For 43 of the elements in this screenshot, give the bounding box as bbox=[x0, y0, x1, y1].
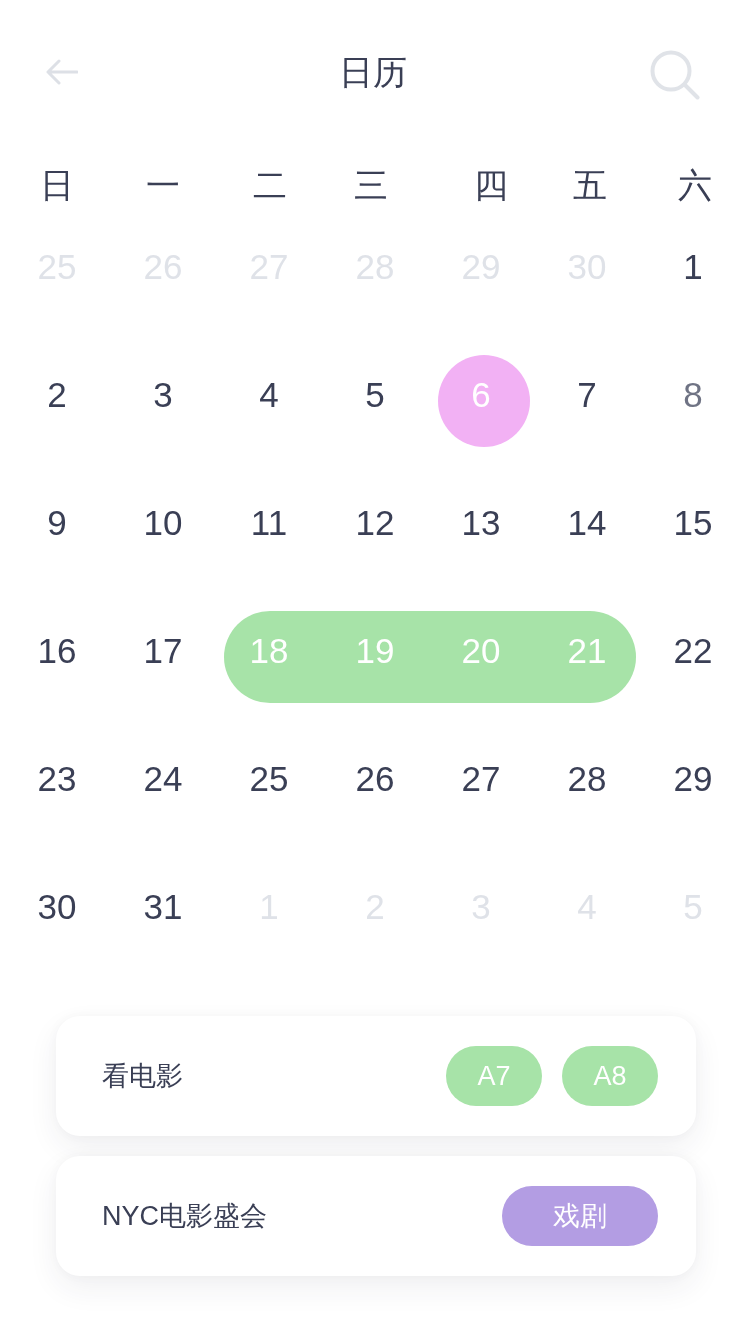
event-tag: 戏剧 bbox=[502, 1186, 658, 1246]
calendar-day[interactable]: 31 bbox=[143, 886, 183, 928]
event-card[interactable]: NYC电影盛会 戏剧 bbox=[56, 1156, 696, 1276]
calendar-day[interactable]: 10 bbox=[143, 502, 183, 544]
calendar-day[interactable]: 24 bbox=[143, 758, 183, 800]
calendar-day[interactable]: 23 bbox=[37, 758, 77, 800]
page-title: 日历 bbox=[339, 51, 407, 93]
calendar-day[interactable]: 9 bbox=[47, 502, 67, 544]
calendar-day[interactable]: 26 bbox=[355, 758, 395, 800]
calendar-day[interactable]: 2 bbox=[47, 374, 67, 416]
calendar-day[interactable]: 7 bbox=[577, 374, 597, 416]
event-card[interactable]: 看电影 A7 A8 bbox=[56, 1016, 696, 1136]
weekday-label: 五 bbox=[573, 167, 607, 203]
weekday-label: 一 bbox=[146, 167, 180, 203]
event-tag: A8 bbox=[562, 1046, 658, 1106]
event-tag: A7 bbox=[446, 1046, 542, 1106]
search-icon[interactable] bbox=[650, 50, 700, 100]
calendar-day[interactable]: 12 bbox=[355, 502, 395, 544]
calendar-day[interactable]: 30 bbox=[37, 886, 77, 928]
calendar-day[interactable]: 28 bbox=[567, 758, 607, 800]
calendar-day[interactable]: 22 bbox=[673, 630, 713, 672]
calendar-day[interactable]: 14 bbox=[567, 502, 607, 544]
calendar-day[interactable]: 1 bbox=[683, 246, 703, 288]
weekday-label: 六 bbox=[678, 167, 712, 203]
calendar-day[interactable]: 5 bbox=[365, 374, 385, 416]
weekday-label: 日 bbox=[40, 167, 74, 203]
back-arrow-icon[interactable] bbox=[46, 59, 78, 85]
event-title: 看电影 bbox=[102, 1060, 183, 1093]
calendar-day[interactable]: 8 bbox=[683, 374, 703, 416]
calendar-day[interactable]: 27 bbox=[461, 758, 501, 800]
weekday-label: 四 bbox=[474, 167, 508, 203]
event-title: NYC电影盛会 bbox=[102, 1200, 267, 1233]
calendar-day[interactable]: 16 bbox=[37, 630, 77, 672]
calendar-day[interactable]: 17 bbox=[143, 630, 183, 672]
calendar-day[interactable]: 29 bbox=[673, 758, 713, 800]
calendar-day[interactable]: 25 bbox=[249, 758, 289, 800]
calendar-day[interactable]: 15 bbox=[673, 502, 713, 544]
calendar-day[interactable]: 4 bbox=[259, 374, 279, 416]
calendar-day[interactable]: 13 bbox=[461, 502, 501, 544]
calendar-day[interactable]: 3 bbox=[153, 374, 173, 416]
calendar-day[interactable]: 11 bbox=[250, 502, 288, 544]
weekday-label: 三 bbox=[354, 167, 388, 203]
weekday-label: 二 bbox=[253, 167, 287, 203]
